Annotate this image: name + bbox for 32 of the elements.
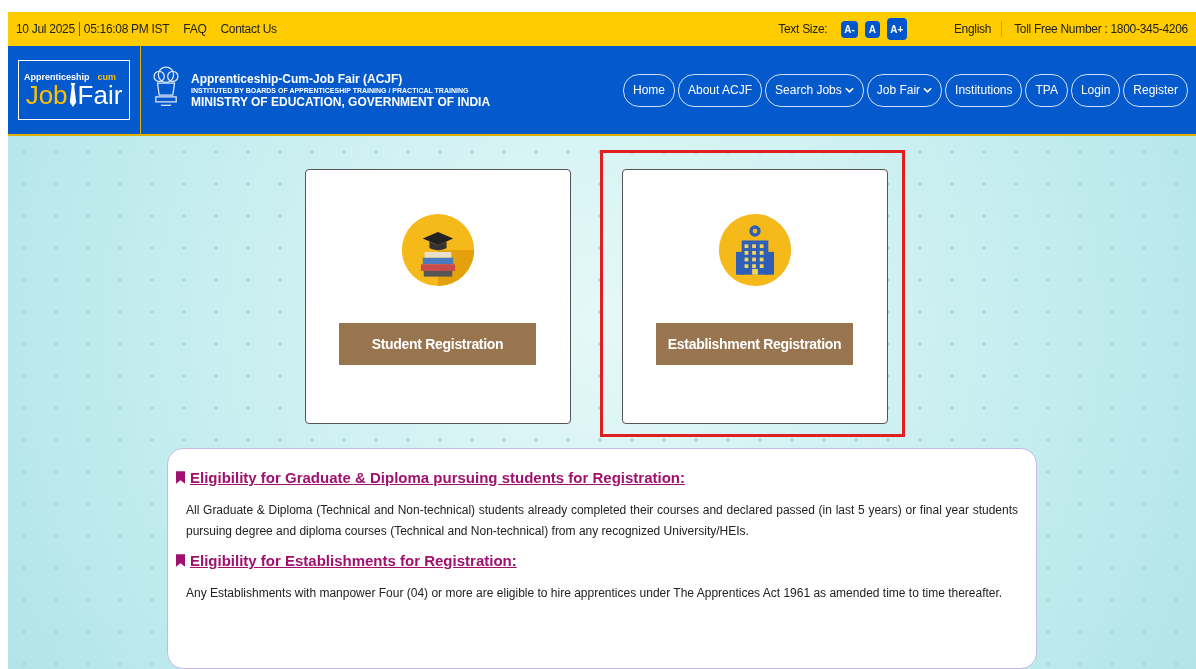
toll-free-number: Toll Free Number : 1800-345-4206 (1014, 22, 1188, 36)
text-size-label: Text Size: (778, 22, 828, 36)
nav-button[interactable]: Institutions (945, 73, 1023, 107)
registration-button[interactable]: Student Registration (339, 323, 536, 365)
registration-button[interactable]: Establishment Registration (656, 323, 853, 365)
text-size-button[interactable]: A+ (886, 18, 907, 40)
nav-button[interactable]: About ACJF (678, 73, 763, 107)
building-icon (716, 212, 793, 288)
nav-button[interactable]: TPA (1025, 73, 1068, 107)
nav-button[interactable]: Home (623, 73, 675, 107)
ministry-name: MINISTRY OF EDUCATION, GOVERNMENT OF INDIA (191, 94, 491, 109)
chevron-down-icon (923, 87, 933, 93)
top-link[interactable]: FAQ (183, 22, 207, 36)
bookmark-icon (176, 554, 185, 567)
nav-button[interactable]: Search Jobs (765, 73, 864, 107)
nav-button[interactable]: Login (1070, 73, 1121, 107)
nav-button[interactable]: Job Fair (866, 73, 943, 107)
chevron-down-icon (844, 87, 854, 93)
eligibility-heading[interactable]: Eligibility for Establishments for Registration: (190, 552, 517, 569)
top-link[interactable]: Contact Us (220, 22, 277, 36)
text-size-button[interactable]: A (864, 20, 880, 38)
site-logo[interactable]: Apprenticeship cum Job Fair (18, 60, 130, 120)
text-size-button[interactable]: A- (841, 20, 858, 38)
date-time: 10 Jul 2025 05:16:08 PM IST (16, 21, 170, 37)
graduation-books-icon (399, 212, 476, 288)
language-link[interactable]: English (953, 22, 992, 36)
site-title: Apprenticeship-Cum-Job Fair (ACJF) (191, 71, 404, 86)
nav-button[interactable]: Register (1123, 73, 1188, 107)
eligibility-text: All Graduate & Diploma (Technical and Non-technical) students already completed their courses and declared passed (in last 5 years) or final year students pursuing degree and diploma courses (Technical and Non-technical) from any recognized University/HEIs. (186, 502, 1018, 540)
eligibility-text: Any Establishments with manpower Four (04) or more are eligible to hire apprentices under The Apprentices Act 1961 as amended time to time thereafter. (186, 585, 1004, 602)
bookmark-icon (176, 471, 185, 484)
eligibility-heading[interactable]: Eligibility for Graduate & Diploma pursuing students for Registration: (190, 469, 686, 486)
